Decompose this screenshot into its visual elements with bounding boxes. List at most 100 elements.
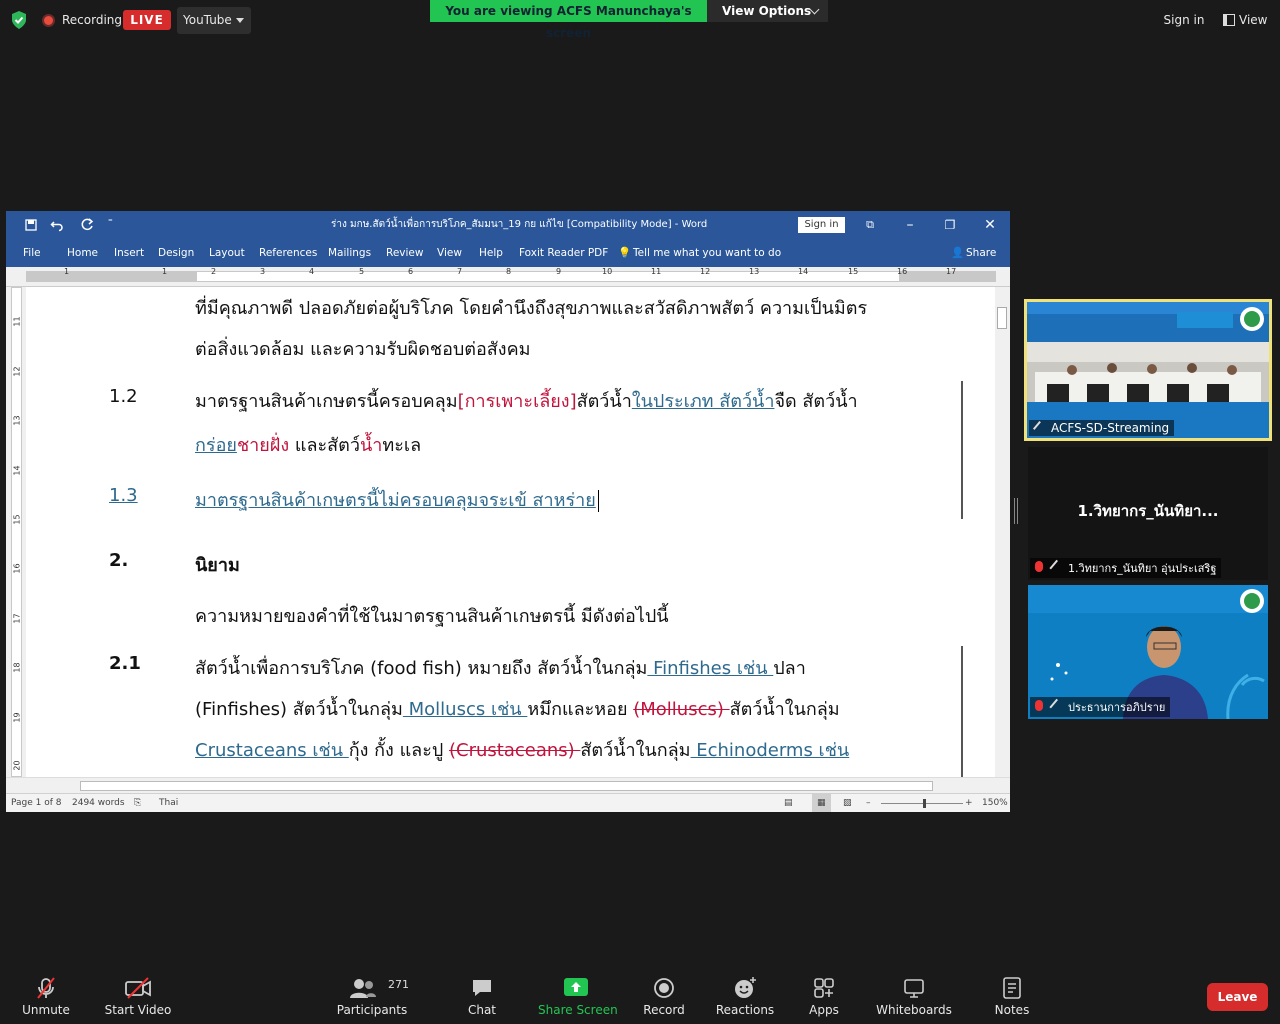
ruler-number: 5 bbox=[359, 267, 365, 276]
undo-icon[interactable] bbox=[50, 218, 64, 232]
tab-layout[interactable]: Layout bbox=[209, 239, 245, 267]
ruler-number: 13 bbox=[749, 267, 760, 276]
vruler-number: 19 bbox=[12, 712, 22, 723]
notes-label: Notes bbox=[994, 1003, 1030, 1017]
text-cursor bbox=[597, 490, 599, 512]
doc-text: สัตว์น้ำ bbox=[576, 391, 632, 412]
shield-check-icon[interactable] bbox=[10, 10, 28, 30]
conference-room-video bbox=[1027, 302, 1269, 438]
view-options-button[interactable]: View Options bbox=[707, 0, 828, 22]
doc-text: หมึกและหอย bbox=[527, 699, 634, 720]
zoom-slider[interactable] bbox=[881, 803, 963, 804]
video-tile-speaker[interactable]: 1.วิทยากร_นันทิยา... 1.วิทยากร_นันทิยา อ… bbox=[1028, 447, 1268, 580]
ruler-number: 17 bbox=[946, 267, 957, 276]
panel-splitter-handle[interactable] bbox=[1014, 498, 1018, 524]
zoom-out-icon[interactable]: – bbox=[866, 794, 871, 812]
record-button[interactable]: Record bbox=[640, 966, 688, 1024]
sign-in-button[interactable]: Sign in bbox=[1158, 8, 1210, 32]
reactions-button[interactable]: Reactions bbox=[714, 966, 776, 1024]
minimize-icon[interactable]: – bbox=[890, 211, 930, 239]
change-bar bbox=[961, 381, 963, 519]
video-tile-moderator[interactable]: ประธานการอภิปราย bbox=[1028, 585, 1268, 719]
tab-references[interactable]: References bbox=[259, 239, 317, 267]
stream-platform-dropdown[interactable]: YouTube bbox=[177, 7, 251, 34]
horizontal-scrollbar[interactable] bbox=[6, 777, 1010, 793]
doc-text: มาตรฐานสินค้าเกษตรนี้ครอบคลุม bbox=[195, 391, 458, 412]
page-count[interactable]: Page 1 of 8 bbox=[11, 794, 62, 812]
participants-button[interactable]: 271 Participants bbox=[336, 966, 409, 1024]
chat-label: Chat bbox=[467, 1003, 497, 1017]
restore-icon[interactable]: ❐ bbox=[930, 211, 970, 239]
word-count[interactable]: 2494 words bbox=[72, 794, 125, 812]
zoom-in-icon[interactable]: + bbox=[965, 794, 973, 812]
word-sign-in-button[interactable]: Sign in bbox=[798, 217, 845, 233]
participant-name: ACFS-SD-Streaming bbox=[1051, 421, 1170, 435]
tell-me-search[interactable]: Tell me what you want to do bbox=[633, 239, 781, 267]
view-button[interactable]: View bbox=[1219, 8, 1273, 32]
tab-review[interactable]: Review bbox=[386, 239, 423, 267]
ribbon-display-icon[interactable]: ⧉ bbox=[850, 211, 890, 239]
language-indicator[interactable]: Thai bbox=[159, 794, 178, 812]
zoom-level[interactable]: 150% bbox=[982, 794, 1008, 812]
share-button[interactable]: Share bbox=[966, 239, 996, 267]
chat-button[interactable]: Chat bbox=[460, 966, 504, 1024]
section-number: 1.3 bbox=[109, 485, 138, 506]
ruler-number: 11 bbox=[651, 267, 662, 276]
web-layout-icon[interactable]: ▧ bbox=[843, 794, 852, 812]
tab-file[interactable]: File bbox=[23, 239, 41, 267]
video-tile-acfs-streaming[interactable]: ACFS-SD-Streaming bbox=[1024, 299, 1272, 441]
doc-text: และสัตว์ bbox=[289, 435, 360, 456]
tab-foxit-reader-pdf[interactable]: Foxit Reader PDF bbox=[519, 239, 608, 267]
read-mode-icon[interactable]: ▤ bbox=[784, 794, 793, 812]
leave-meeting-button[interactable]: Leave bbox=[1207, 983, 1268, 1011]
caret-down-icon bbox=[236, 18, 244, 23]
proofing-icon[interactable]: ⎘ bbox=[134, 794, 141, 812]
share-screen-button[interactable]: Share Screen bbox=[538, 966, 618, 1024]
close-icon[interactable]: ✕ bbox=[970, 211, 1010, 239]
record-icon bbox=[654, 978, 674, 998]
ruler-number: 6 bbox=[408, 267, 414, 276]
scrollbar-thumb[interactable] bbox=[997, 307, 1007, 329]
change-bar bbox=[961, 646, 963, 777]
redo-icon[interactable] bbox=[80, 218, 94, 232]
chat-bubble-icon bbox=[473, 980, 491, 996]
stream-platform-label: YouTube bbox=[183, 13, 232, 27]
vruler-number: 17 bbox=[12, 613, 22, 624]
print-layout-icon[interactable]: ▦ bbox=[812, 794, 831, 812]
reactions-label: Reactions bbox=[715, 1003, 775, 1017]
start-video-button[interactable]: Start Video bbox=[104, 966, 172, 1024]
view-label: View bbox=[1239, 13, 1268, 27]
notes-button[interactable]: Notes bbox=[990, 966, 1034, 1024]
customize-quick-access-icon[interactable]: ⁼ bbox=[108, 218, 122, 232]
live-badge[interactable]: LIVE bbox=[123, 10, 171, 30]
document-page[interactable]: ที่มีคุณภาพดี ปลอดภัยต่อผู้บริโภค โดยคำน… bbox=[26, 287, 995, 777]
person-icon: 👤 bbox=[951, 247, 965, 259]
vruler-number: 16 bbox=[12, 563, 22, 574]
recording-indicator[interactable]: Recording bbox=[42, 8, 122, 32]
save-icon[interactable] bbox=[24, 218, 38, 232]
ruler-number: 16 bbox=[897, 267, 908, 276]
participant-display-name: 1.วิทยากร_นันทิยา... bbox=[1077, 502, 1219, 520]
scrollbar-thumb[interactable] bbox=[80, 781, 933, 791]
meeting-top-bar: Recording LIVE YouTube You are viewing A… bbox=[0, 0, 1280, 40]
smiley-reaction-icon bbox=[735, 977, 756, 998]
tab-design[interactable]: Design bbox=[158, 239, 194, 267]
whiteboards-button[interactable]: Whiteboards bbox=[874, 966, 954, 1024]
doc-line: กร่อยชายฝั่ง และสัตว์น้ำทะเล bbox=[195, 430, 421, 459]
vertical-scrollbar[interactable] bbox=[995, 287, 1010, 777]
ruler-number: 4 bbox=[309, 267, 315, 276]
horizontal-ruler[interactable]: 1 1 2 3 4 5 6 7 8 9 10 11 12 13 14 15 16… bbox=[6, 267, 1010, 287]
tab-mailings[interactable]: Mailings bbox=[328, 239, 371, 267]
pin-icon bbox=[1049, 698, 1063, 713]
ruler-number: 1 bbox=[162, 267, 168, 276]
tab-insert[interactable]: Insert bbox=[114, 239, 144, 267]
unmute-button[interactable]: Unmute bbox=[18, 966, 74, 1024]
tab-help[interactable]: Help bbox=[479, 239, 503, 267]
vertical-ruler[interactable]: 11 12 13 14 15 16 17 18 19 20 bbox=[6, 287, 26, 777]
apps-button[interactable]: Apps bbox=[802, 966, 846, 1024]
tracked-insertion: มาตรฐานสินค้าเกษตรนี้ไม่ครอบคลุมจระเข้ ส… bbox=[195, 490, 596, 511]
participant-name: ประธานการอภิปราย bbox=[1068, 701, 1166, 714]
tab-view[interactable]: View bbox=[437, 239, 462, 267]
zoom-slider-thumb[interactable] bbox=[923, 799, 926, 808]
tab-home[interactable]: Home bbox=[67, 239, 98, 267]
